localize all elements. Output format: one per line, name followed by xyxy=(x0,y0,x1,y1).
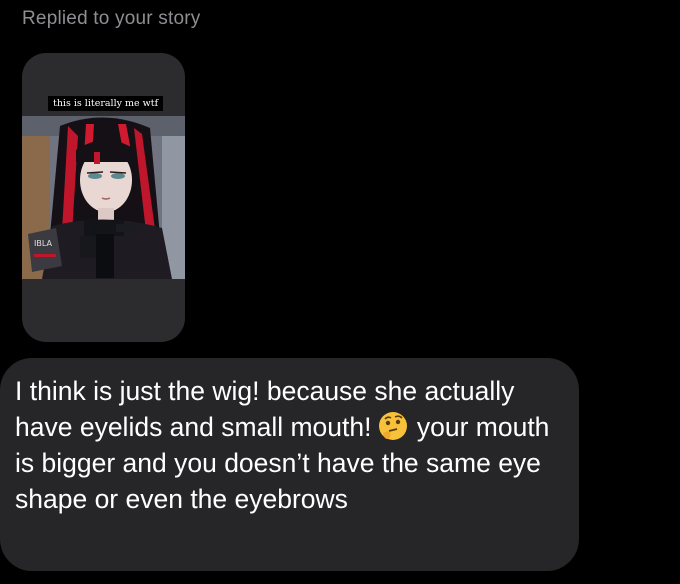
message-text: I think is just the wig! because she act… xyxy=(15,373,559,517)
replied-to-story-label: Replied to your story xyxy=(22,8,201,29)
svg-text:IBLA: IBLA xyxy=(34,239,52,248)
message-bubble[interactable]: I think is just the wig! because she act… xyxy=(0,358,579,571)
story-caption: this is literally me wtf xyxy=(48,96,164,111)
story-preview-card[interactable]: IBLA this is literally me wtf xyxy=(22,53,185,342)
story-image: IBLA xyxy=(22,116,185,279)
thinking-face-icon xyxy=(379,412,408,440)
